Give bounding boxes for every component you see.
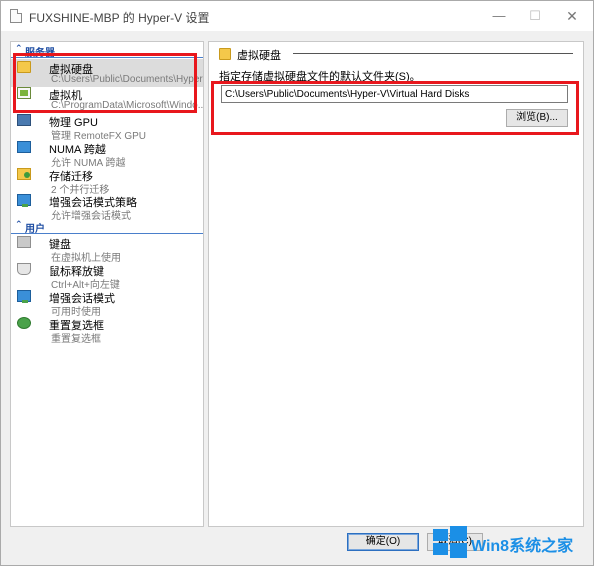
nav-item-keyboard[interactable]: 键盘 在虚拟机上使用 xyxy=(11,234,203,264)
enhanced-session-icon xyxy=(17,290,31,303)
mouse-icon xyxy=(17,263,31,275)
user-section-header[interactable]: ⌃ 用户 xyxy=(11,219,203,235)
watermark-text: Win8系统之家 xyxy=(471,538,574,555)
reset-icon xyxy=(17,317,31,329)
storage-migration-icon xyxy=(17,168,31,180)
hyper-v-settings-window: FUXSHINE-MBP 的 Hyper-V 设置 — ☐ ✕ ⌃ 服务器 虚拟… xyxy=(0,0,594,566)
nav-item-enhanced-session-mode[interactable]: 增强会话模式 可用时使用 xyxy=(11,288,203,318)
chevron-up-icon: ⌃ xyxy=(15,219,23,229)
maximize-button[interactable]: ☐ xyxy=(520,5,550,27)
enhanced-session-icon xyxy=(17,194,31,207)
nav-item-storage-migration[interactable]: 存储迁移 2 个并行迁移 xyxy=(11,166,203,196)
gpu-icon xyxy=(17,114,31,126)
window-title: FUXSHINE-MBP 的 Hyper-V 设置 xyxy=(29,11,210,25)
nav-item-enhanced-session-policy[interactable]: 增强会话模式策略 允许增强会话模式 xyxy=(11,192,203,222)
keyboard-icon xyxy=(17,236,31,248)
highlight-box-path xyxy=(211,81,579,135)
title-bar: FUXSHINE-MBP 的 Hyper-V 设置 — ☐ ✕ xyxy=(1,1,593,31)
nav-item-reset-checkboxes[interactable]: 重置复选框 重置复选框 xyxy=(11,315,203,345)
minimize-button[interactable]: — xyxy=(484,5,514,27)
windows-logo-icon xyxy=(433,525,467,558)
nav-item-mouse-release-key[interactable]: 鼠标释放键 Ctrl+Alt+向左键 xyxy=(11,261,203,291)
folder-icon xyxy=(219,48,231,60)
content-header-title: 虚拟硬盘 xyxy=(237,50,281,62)
nav-item-physical-gpu[interactable]: 物理 GPU 管理 RemoteFX GPU xyxy=(11,112,203,142)
ok-button[interactable]: 确定(O) xyxy=(347,533,419,551)
nav-item-numa-spanning[interactable]: NUMA 跨越 允许 NUMA 跨越 xyxy=(11,139,203,169)
highlight-box-nav xyxy=(13,53,197,113)
settings-nav-pane: ⌃ 服务器 虚拟硬盘 C:\Users\Public\Documents\Hyp… xyxy=(10,41,204,527)
header-divider xyxy=(293,53,573,54)
watermark: Win8系统之家 xyxy=(433,523,593,561)
close-button[interactable]: ✕ xyxy=(557,5,587,27)
numa-icon xyxy=(17,141,31,153)
document-icon xyxy=(10,9,22,23)
